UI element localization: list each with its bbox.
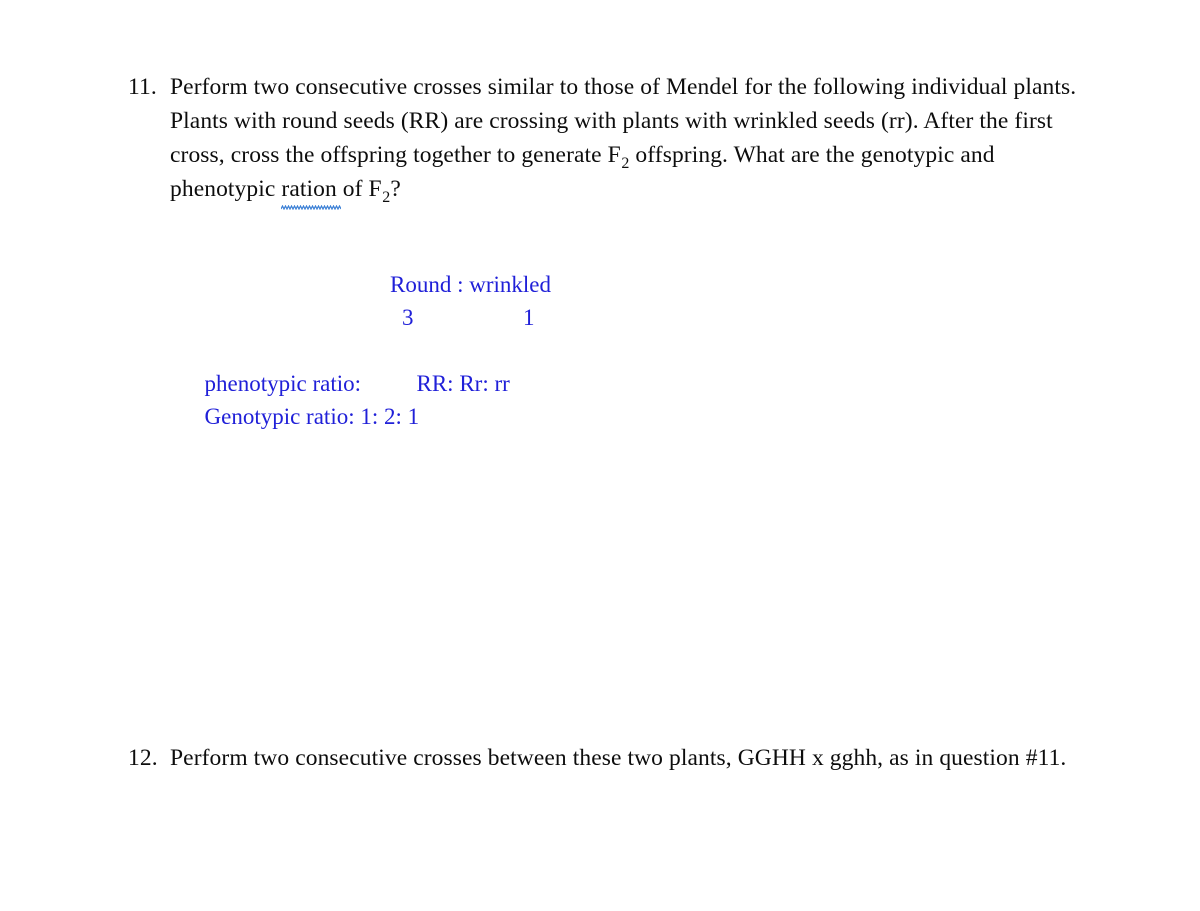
question-11-text-part-4: ? [390, 176, 401, 202]
question-11-number: 11. [128, 74, 157, 100]
answer-genotypic-ratio-text: Genotypic ratio: 1: 2: 1 [204, 404, 420, 429]
answer-annotation-block: Round : wrinkled 3 1 phenotypic ratio: RR… [170, 268, 730, 429]
question-11-text: Perform two consecutive crosses similar … [170, 70, 1080, 210]
question-11: 11. Perform two consecutive crosses simi… [128, 70, 1080, 210]
misspelled-word-ration: ration [281, 172, 342, 210]
spellcheck-squiggle-icon [281, 205, 342, 210]
document-page: 11. Perform two consecutive crosses simi… [0, 0, 1200, 911]
question-12: 12. Perform two consecutive crosses betw… [128, 741, 1088, 775]
question-12-number: 12. [128, 745, 158, 771]
question-12-text: Perform two consecutive crosses between … [170, 745, 1067, 771]
answer-genotypic-ratio-line: Genotypic ratio: 1: 2: 1 [170, 367, 730, 429]
answer-phenotype-value-left: 3 [402, 305, 414, 330]
answer-phenotype-value-right: 1 [523, 305, 535, 330]
answer-phenotype-values: 3 1 [170, 301, 730, 334]
answer-phenotype-header: Round : wrinkled [390, 272, 551, 297]
misspelled-word-text: ration [281, 176, 337, 202]
question-11-text-part-3: of F [336, 176, 382, 202]
answer-phenotypic-ratio-line: phenotypic ratio: RR: Rr: rr [170, 334, 730, 396]
